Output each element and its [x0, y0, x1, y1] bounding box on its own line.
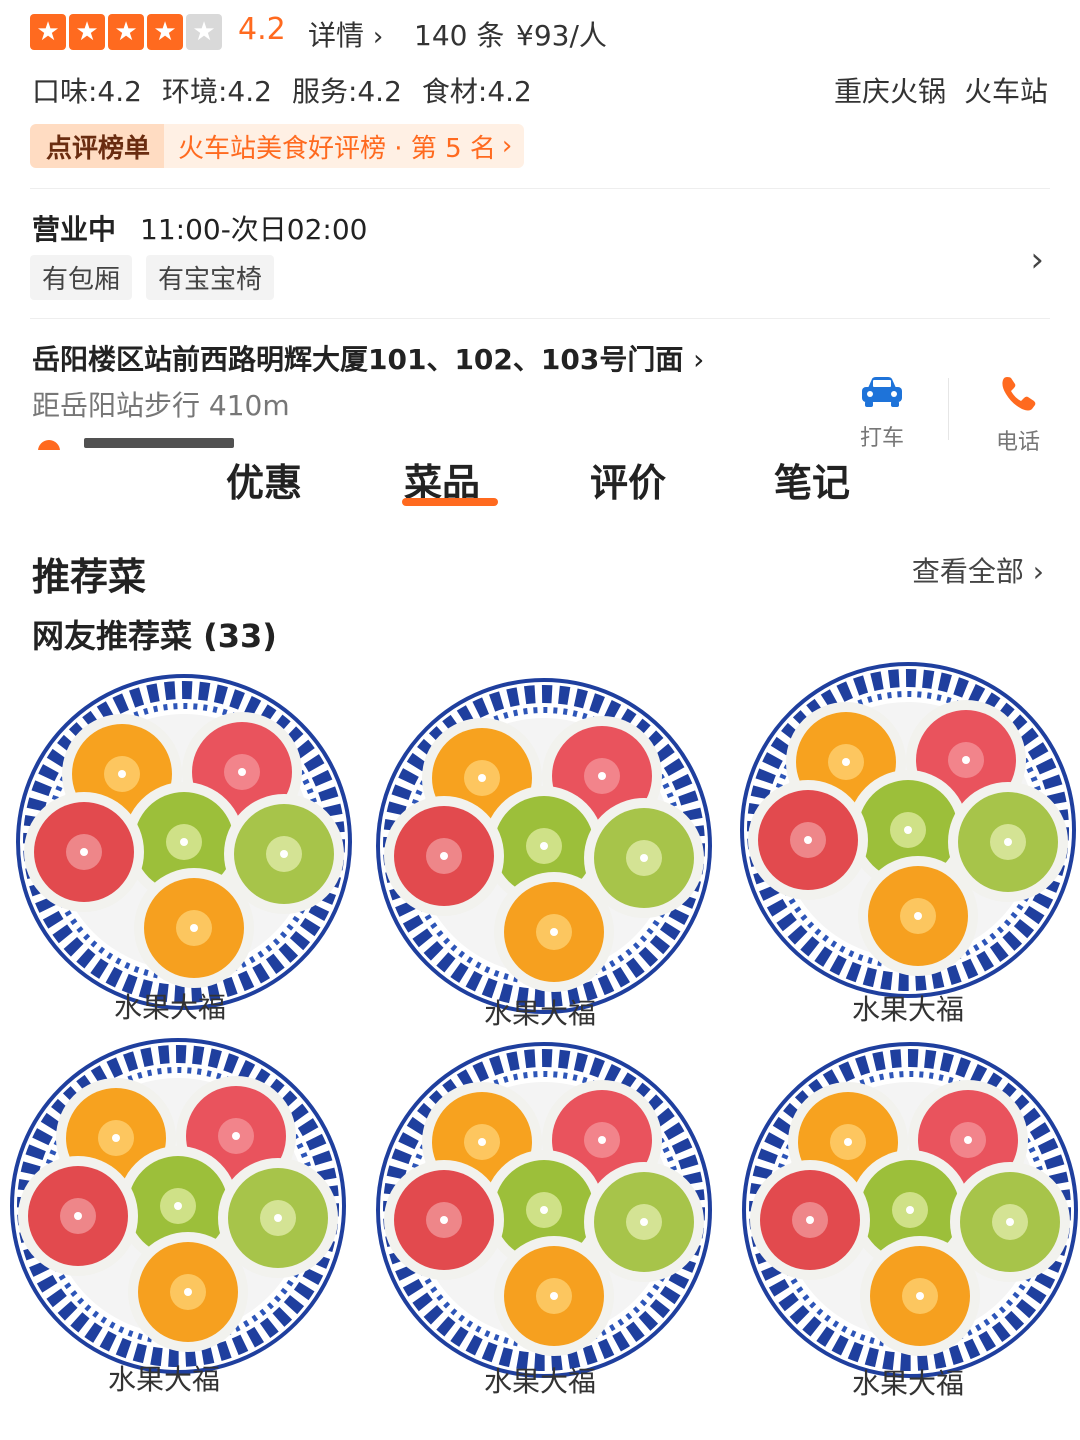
score-service: 服务:4.2 — [291, 75, 402, 108]
chevron-right-icon: › — [1032, 555, 1044, 588]
see-all-link[interactable]: 查看全部 › — [912, 550, 1044, 590]
phone-icon — [1002, 377, 1036, 411]
partial-text-placeholder — [84, 438, 234, 448]
phone-button[interactable]: 电话 — [968, 374, 1068, 456]
address-link[interactable]: 岳阳楼区站前西路明辉大厦101、102、103号门面 › — [32, 338, 704, 378]
score-ingredients: 食材:4.2 — [421, 75, 532, 108]
open-status: 营业中 — [32, 213, 117, 246]
car-icon — [862, 377, 902, 407]
details-link-label: 详情 — [308, 19, 365, 52]
dish-name[interactable]: 水果大福 — [0, 986, 340, 1026]
address-text: 岳阳楼区站前西路明辉大厦101、102、103号门面 — [32, 343, 684, 376]
divider — [30, 188, 1050, 189]
dish-image[interactable] — [374, 1040, 714, 1380]
chevron-right-icon: › — [501, 131, 513, 161]
ranking-label: 点评榜单 — [30, 124, 165, 168]
score-environment: 环境:4.2 — [161, 75, 272, 108]
dish-name[interactable]: 水果大福 — [370, 1360, 710, 1400]
section-subtitle: 网友推荐菜 (33) — [32, 617, 277, 655]
facility-private-room: 有包厢 — [30, 255, 133, 300]
divider — [948, 378, 949, 440]
tab-offers[interactable]: 优惠 — [226, 452, 302, 507]
star-icon: ★ — [147, 14, 183, 50]
dish-name[interactable]: 水果大福 — [738, 1362, 1078, 1402]
dish-name[interactable]: 水果大福 — [738, 988, 1078, 1028]
facility-baby-chair: 有宝宝椅 — [146, 255, 275, 300]
ranking-text-label: 火车站美食好评榜 · 第 5 名 — [178, 133, 496, 164]
star-icon: ★ — [30, 14, 66, 50]
divider — [30, 318, 1050, 319]
star-icon: ★ — [108, 14, 144, 50]
tab-reviews[interactable]: 评价 — [590, 452, 666, 507]
rating-score: 4.2 — [238, 12, 286, 47]
category-cuisine[interactable]: 重庆火锅 — [834, 70, 946, 110]
details-link[interactable]: 详情 › — [308, 14, 383, 54]
review-count: 140 条 — [414, 19, 505, 52]
section-title: 推荐菜 — [32, 555, 147, 599]
sub-scores: 口味:4.2 环境:4.2 服务:4.2 食材:4.2 — [32, 70, 532, 110]
ranking-banner[interactable]: 点评榜单 火车站美食好评榜 · 第 5 名 › — [30, 124, 525, 168]
dish-image[interactable] — [738, 660, 1078, 1000]
category-area[interactable]: 火车站 — [964, 70, 1048, 110]
dish-image[interactable] — [374, 676, 714, 1016]
partial-row — [30, 436, 250, 450]
facility-tags: 有包厢 有宝宝椅 — [30, 255, 275, 300]
dish-name[interactable]: 水果大福 — [0, 1358, 334, 1398]
opening-hours: 11:00-次日02:00 — [140, 213, 368, 246]
category-tags: 重庆火锅 火车站 — [834, 70, 1048, 110]
tab-notes[interactable]: 笔记 — [774, 452, 850, 507]
taxi-label: 打车 — [859, 426, 904, 451]
chevron-right-icon: › — [372, 22, 384, 52]
star-empty-icon: ★ — [186, 14, 222, 50]
dish-image[interactable] — [8, 1036, 348, 1376]
ranking-text: 火车站美食好评榜 · 第 5 名 › — [164, 124, 525, 168]
active-tab-indicator — [402, 498, 498, 506]
star-icon: ★ — [69, 14, 105, 50]
dish-image[interactable] — [740, 1040, 1080, 1380]
dish-name[interactable]: 水果大福 — [370, 992, 710, 1032]
walking-distance: 距岳阳站步行 410m — [32, 389, 290, 422]
chevron-right-icon: › — [693, 343, 705, 376]
chevron-right-icon[interactable]: › — [1030, 240, 1044, 280]
taxi-button[interactable]: 打车 — [832, 374, 932, 452]
dish-image[interactable] — [14, 672, 354, 1012]
score-taste: 口味:4.2 — [32, 75, 142, 108]
price-per-person: ¥93/人 — [516, 19, 607, 52]
rating-stars: ★ ★ ★ ★ ★ — [30, 14, 222, 50]
see-all-label: 查看全部 — [911, 555, 1024, 588]
location-icon — [38, 440, 60, 450]
tab-bar — [0, 450, 1080, 522]
